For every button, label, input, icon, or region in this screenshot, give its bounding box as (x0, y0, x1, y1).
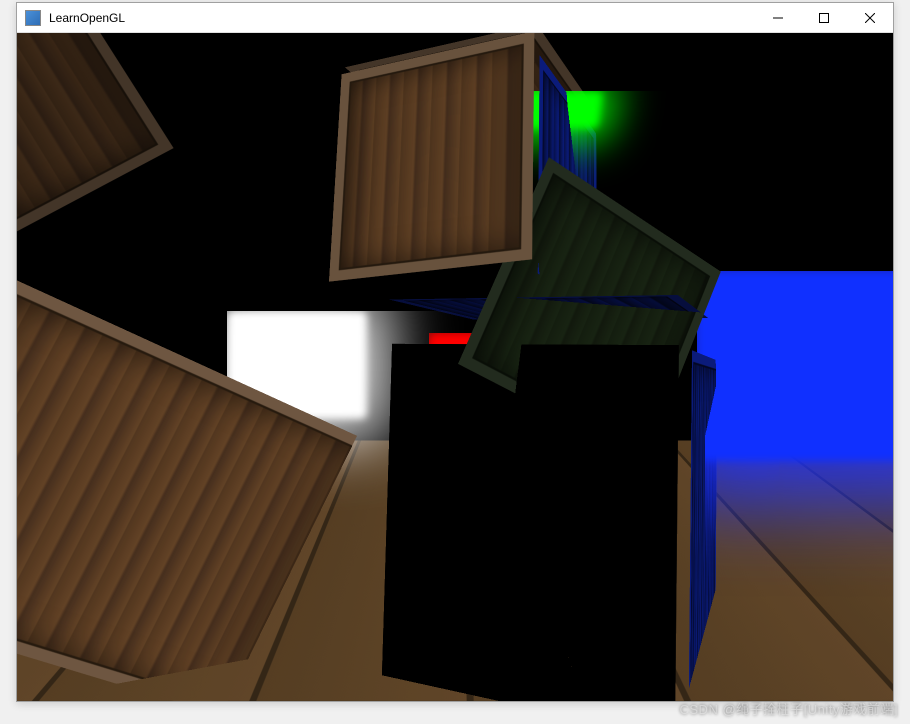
close-icon (865, 13, 875, 23)
crate-far-left-top (17, 37, 194, 323)
crate-front-dark (445, 352, 767, 701)
application-window: LearnOpenGL (16, 2, 894, 702)
opengl-viewport[interactable] (17, 33, 893, 701)
app-icon (25, 10, 41, 26)
scene-root (17, 33, 893, 701)
close-button[interactable] (847, 3, 893, 33)
titlebar[interactable]: LearnOpenGL (17, 3, 893, 33)
minimize-button[interactable] (755, 3, 801, 33)
maximize-button[interactable] (801, 3, 847, 33)
minimize-icon (773, 13, 783, 23)
window-title: LearnOpenGL (49, 11, 125, 25)
maximize-icon (819, 13, 829, 23)
